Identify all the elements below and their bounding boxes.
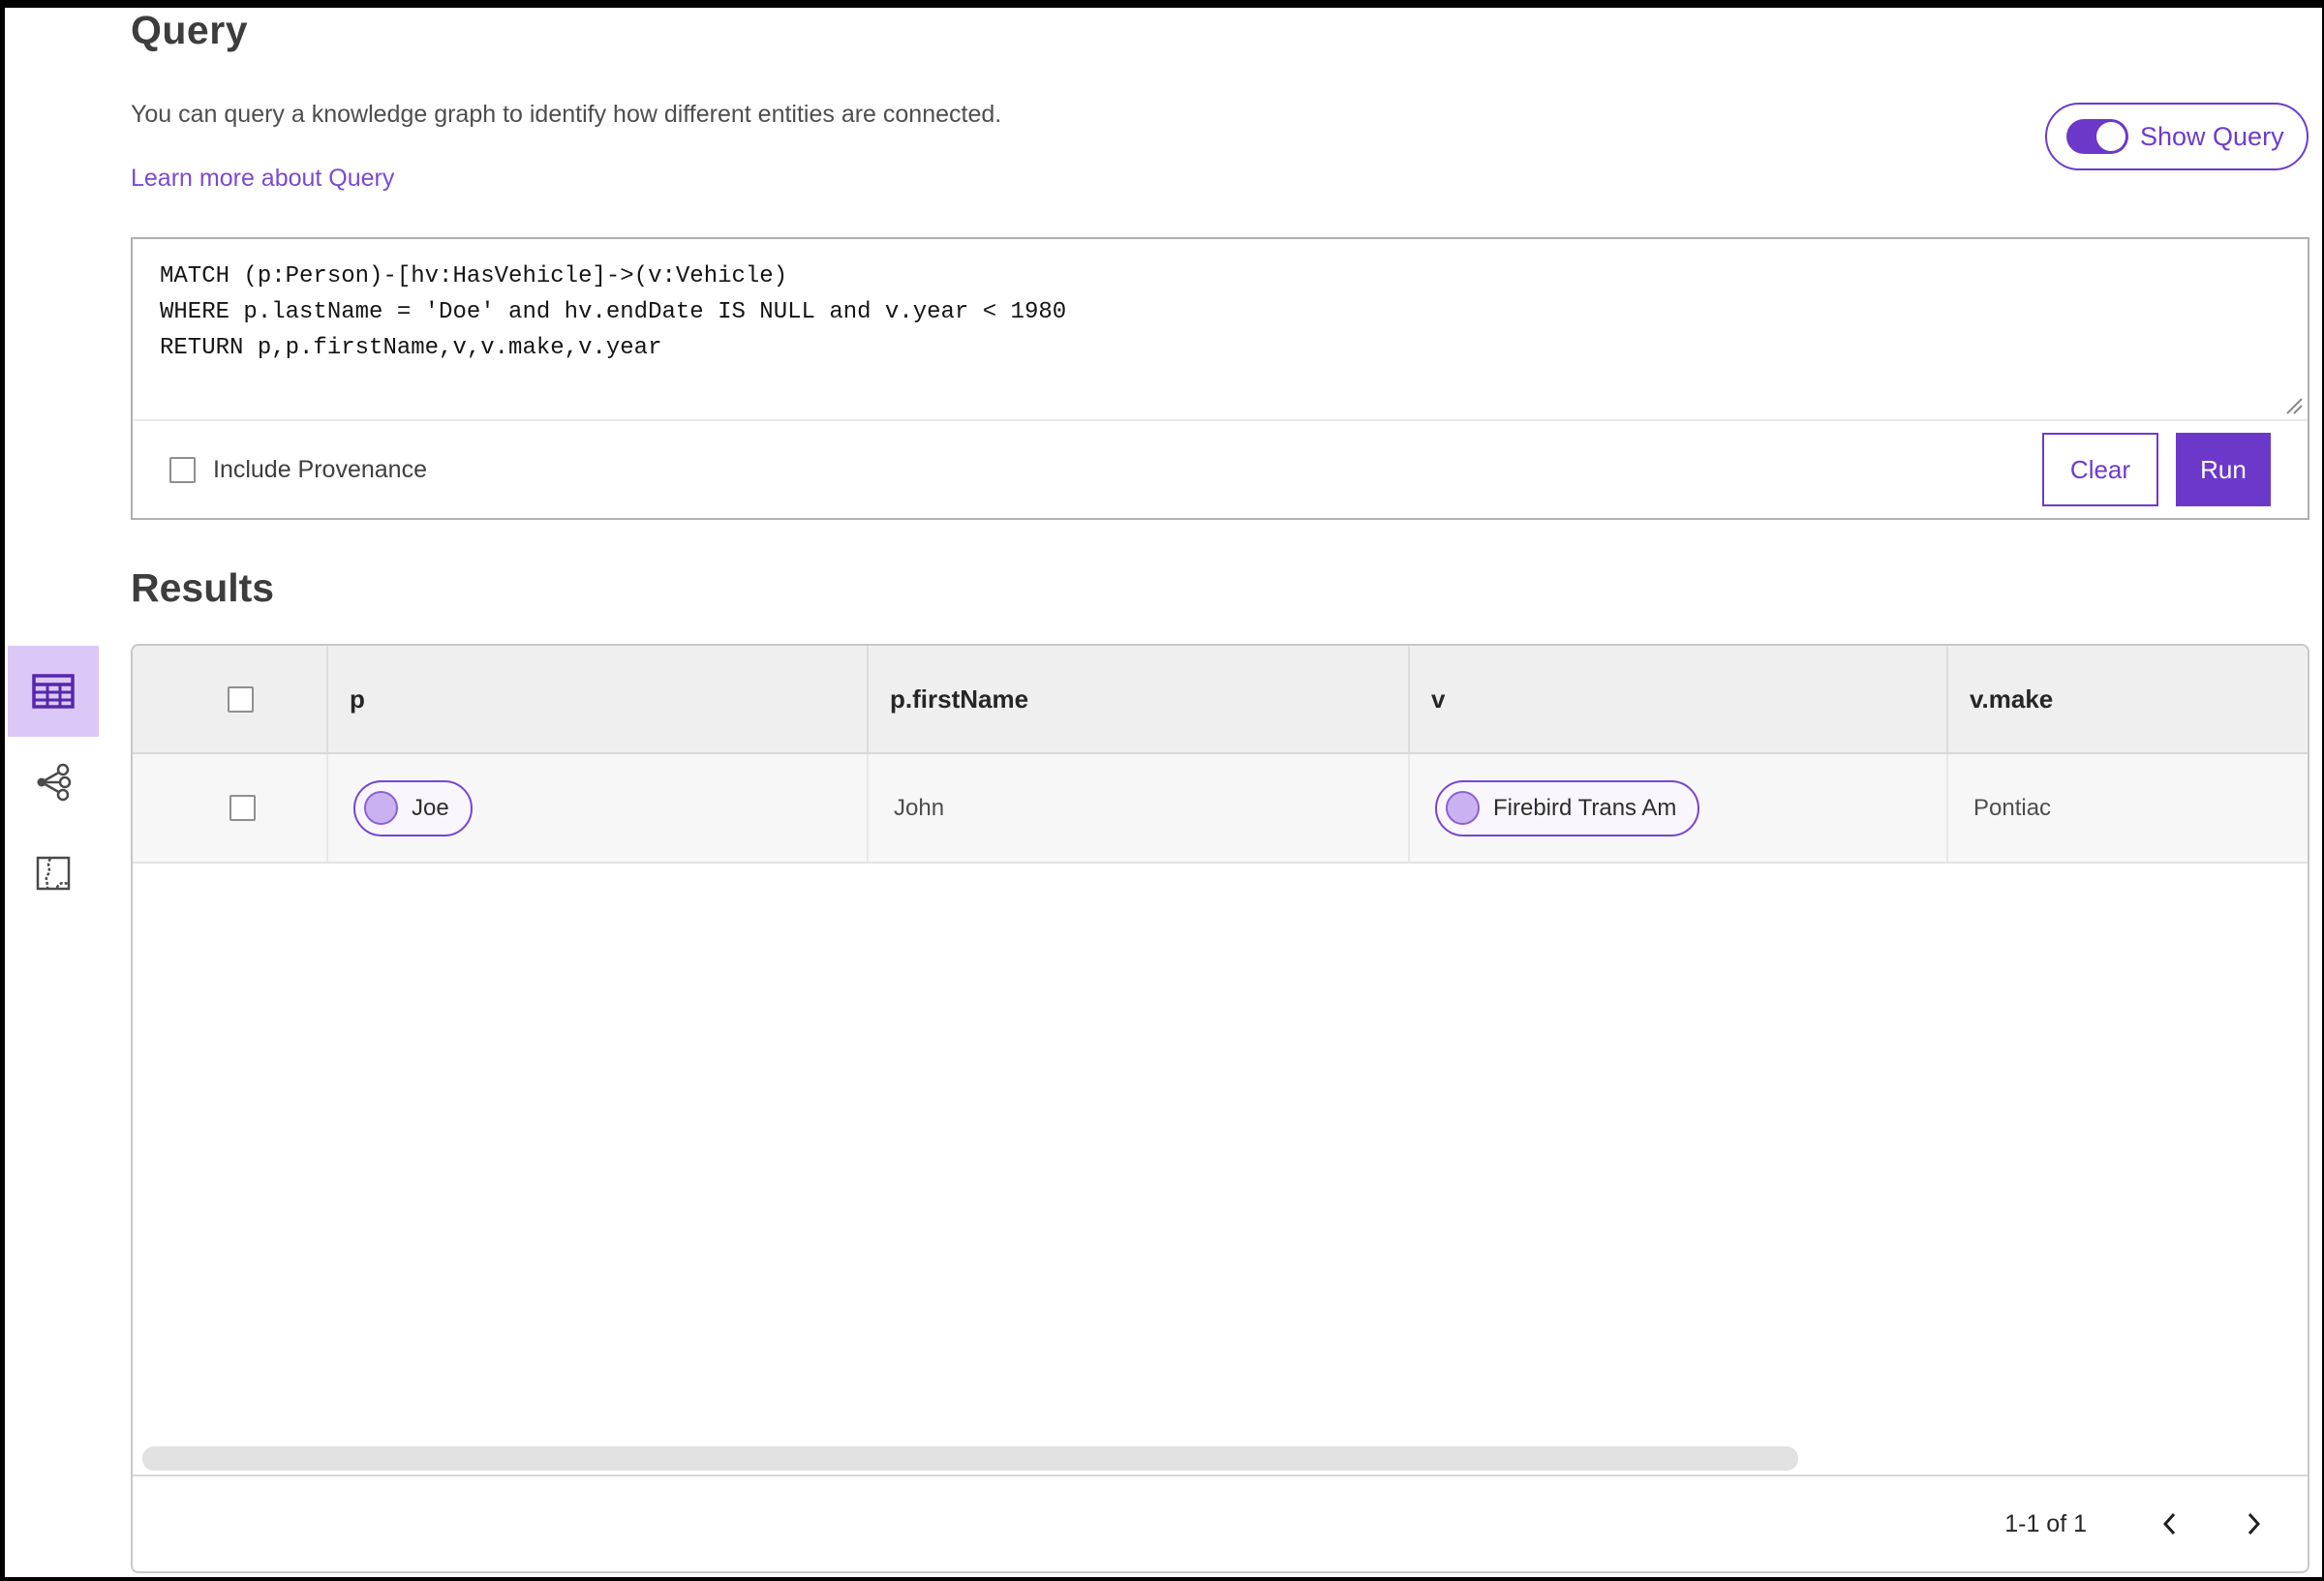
entity-dot-icon [1446,791,1480,825]
query-code-editor[interactable]: MATCH (p:Person)-[hv:HasVehicle]->(v:Veh… [133,239,2308,421]
entity-pill-label: Joe [412,794,449,821]
results-table: p p.firstName v v.make Joe John Firebird… [131,644,2309,1573]
results-table-header: p p.firstName v v.make [133,646,2308,754]
table-view-icon [32,674,75,709]
header-cell-p-firstname[interactable]: p.firstName [867,646,1408,752]
query-code-text[interactable]: MATCH (p:Person)-[hv:HasVehicle]->(v:Veh… [160,258,2280,366]
row-cell-p: Joe [326,754,867,862]
entity-pill-person[interactable]: Joe [353,779,473,836]
header-cell-p[interactable]: p [326,646,867,752]
page-description: You can query a knowledge graph to ident… [131,101,1002,128]
learn-more-link[interactable]: Learn more about Query [131,165,394,193]
include-provenance-label: Include Provenance [213,455,427,483]
entity-dot-icon [364,791,398,825]
results-title: Results [131,565,275,610]
row-cell-select [133,754,326,862]
chevron-left-icon [2162,1512,2176,1535]
toggle-switch-icon[interactable] [2066,119,2128,154]
include-provenance-checkbox[interactable] [169,456,196,483]
table-pagination-footer: 1-1 of 1 [133,1475,2308,1571]
entity-pill-label: Firebird Trans Am [1493,794,1677,821]
header-cell-select [133,646,326,752]
select-all-checkbox[interactable] [227,685,254,713]
header-cell-v-make[interactable]: v.make [1946,646,2308,752]
pagination-prev-button[interactable] [2149,1503,2191,1545]
show-query-label: Show Query [2140,121,2284,151]
chevron-right-icon [2248,1512,2261,1535]
table-row: Joe John Firebird Trans Am Pontiac [133,754,2308,864]
entity-pill-vehicle[interactable]: Firebird Trans Am [1435,779,1700,836]
row-checkbox[interactable] [229,795,256,821]
map-view-button[interactable] [8,828,99,919]
row-cell-v-make: Pontiac [1946,754,2308,862]
pagination-range-label: 1-1 of 1 [2004,1509,2087,1537]
link-chart-view-button[interactable] [8,737,99,828]
pagination-next-button[interactable] [2232,1503,2275,1545]
header-cell-v[interactable]: v [1408,646,1946,752]
page-title: Query [131,8,248,52]
resize-grip-icon[interactable] [2282,394,2304,415]
row-cell-v: Firebird Trans Am [1408,754,1946,862]
row-cell-p-firstname: John [867,754,1408,862]
results-view-switcher [8,646,99,919]
show-query-toggle[interactable]: Show Query [2045,103,2309,170]
app-window: Query You can query a knowledge graph to… [0,0,2324,1581]
horizontal-scrollbar[interactable] [142,1446,1798,1471]
table-view-button[interactable] [8,646,99,737]
run-button[interactable]: Run [2176,433,2271,506]
clear-button[interactable]: Clear [2042,433,2158,506]
link-chart-view-icon [37,763,72,802]
table-body-empty-area [133,864,2308,1475]
query-editor-footer: Include Provenance Clear Run [133,421,2308,518]
map-view-icon [36,856,71,891]
query-editor-panel: MATCH (p:Person)-[hv:HasVehicle]->(v:Veh… [131,237,2309,520]
